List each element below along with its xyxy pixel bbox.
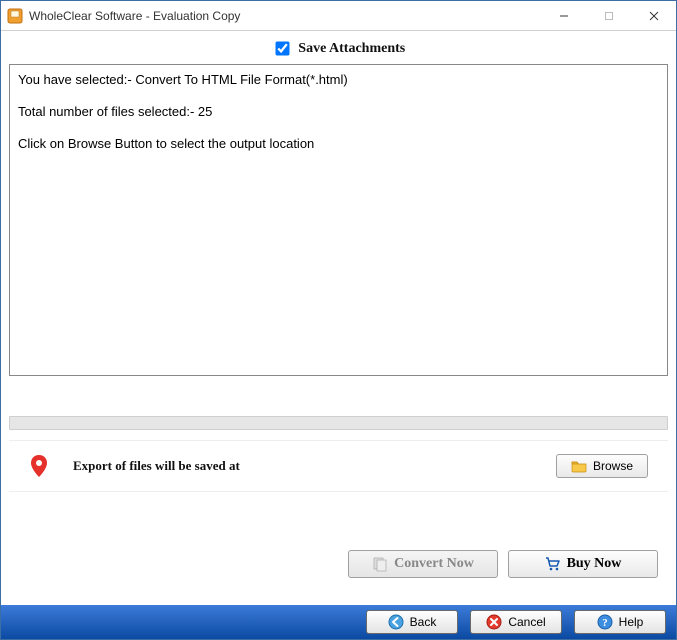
cart-icon xyxy=(545,556,561,572)
minimize-button[interactable] xyxy=(541,1,586,30)
window-title: WholeClear Software - Evaluation Copy xyxy=(29,9,541,23)
help-button[interactable]: ? Help xyxy=(574,610,666,634)
cancel-button[interactable]: Cancel xyxy=(470,610,562,634)
close-icon xyxy=(649,11,659,21)
convert-now-label: Convert Now xyxy=(394,556,474,572)
convert-now-button: Convert Now xyxy=(348,550,498,578)
minimize-icon xyxy=(559,11,569,21)
log-box: You have selected:- Convert To HTML File… xyxy=(9,64,668,376)
help-button-label: Help xyxy=(619,615,644,629)
maximize-button xyxy=(586,1,631,30)
back-button[interactable]: Back xyxy=(366,610,458,634)
footer-bar: Back Cancel ? Help xyxy=(1,605,676,639)
browse-button[interactable]: Browse xyxy=(556,454,648,478)
app-icon xyxy=(7,8,23,24)
buy-now-label: Buy Now xyxy=(567,556,622,572)
window-controls xyxy=(541,1,676,30)
folder-icon xyxy=(571,458,587,474)
log-line: You have selected:- Convert To HTML File… xyxy=(18,71,659,89)
titlebar: WholeClear Software - Evaluation Copy xyxy=(1,1,676,31)
save-attachments-checkbox[interactable] xyxy=(275,41,289,55)
cancel-icon xyxy=(486,614,502,630)
buy-now-button[interactable]: Buy Now xyxy=(508,550,658,578)
back-arrow-icon xyxy=(388,614,404,630)
convert-icon xyxy=(372,556,388,572)
save-attachments-label-wrap[interactable]: Save Attachments xyxy=(272,41,405,56)
progress-bar xyxy=(9,416,668,430)
save-attachments-label: Save Attachments xyxy=(298,41,405,56)
cancel-button-label: Cancel xyxy=(508,615,545,629)
back-button-label: Back xyxy=(410,615,437,629)
svg-text:?: ? xyxy=(602,617,608,629)
maximize-icon xyxy=(604,11,614,21)
log-line: Click on Browse Button to select the out… xyxy=(18,135,659,153)
log-line: Total number of files selected:- 25 xyxy=(18,103,659,121)
export-label: Export of files will be saved at xyxy=(73,458,532,474)
save-attachments-row: Save Attachments xyxy=(9,39,668,58)
close-button[interactable] xyxy=(631,1,676,30)
action-buttons: Convert Now Buy Now xyxy=(9,550,668,586)
export-row: Export of files will be saved at Browse xyxy=(9,440,668,492)
browse-button-label: Browse xyxy=(593,459,633,473)
help-icon: ? xyxy=(597,614,613,630)
location-pin-icon xyxy=(29,454,49,478)
